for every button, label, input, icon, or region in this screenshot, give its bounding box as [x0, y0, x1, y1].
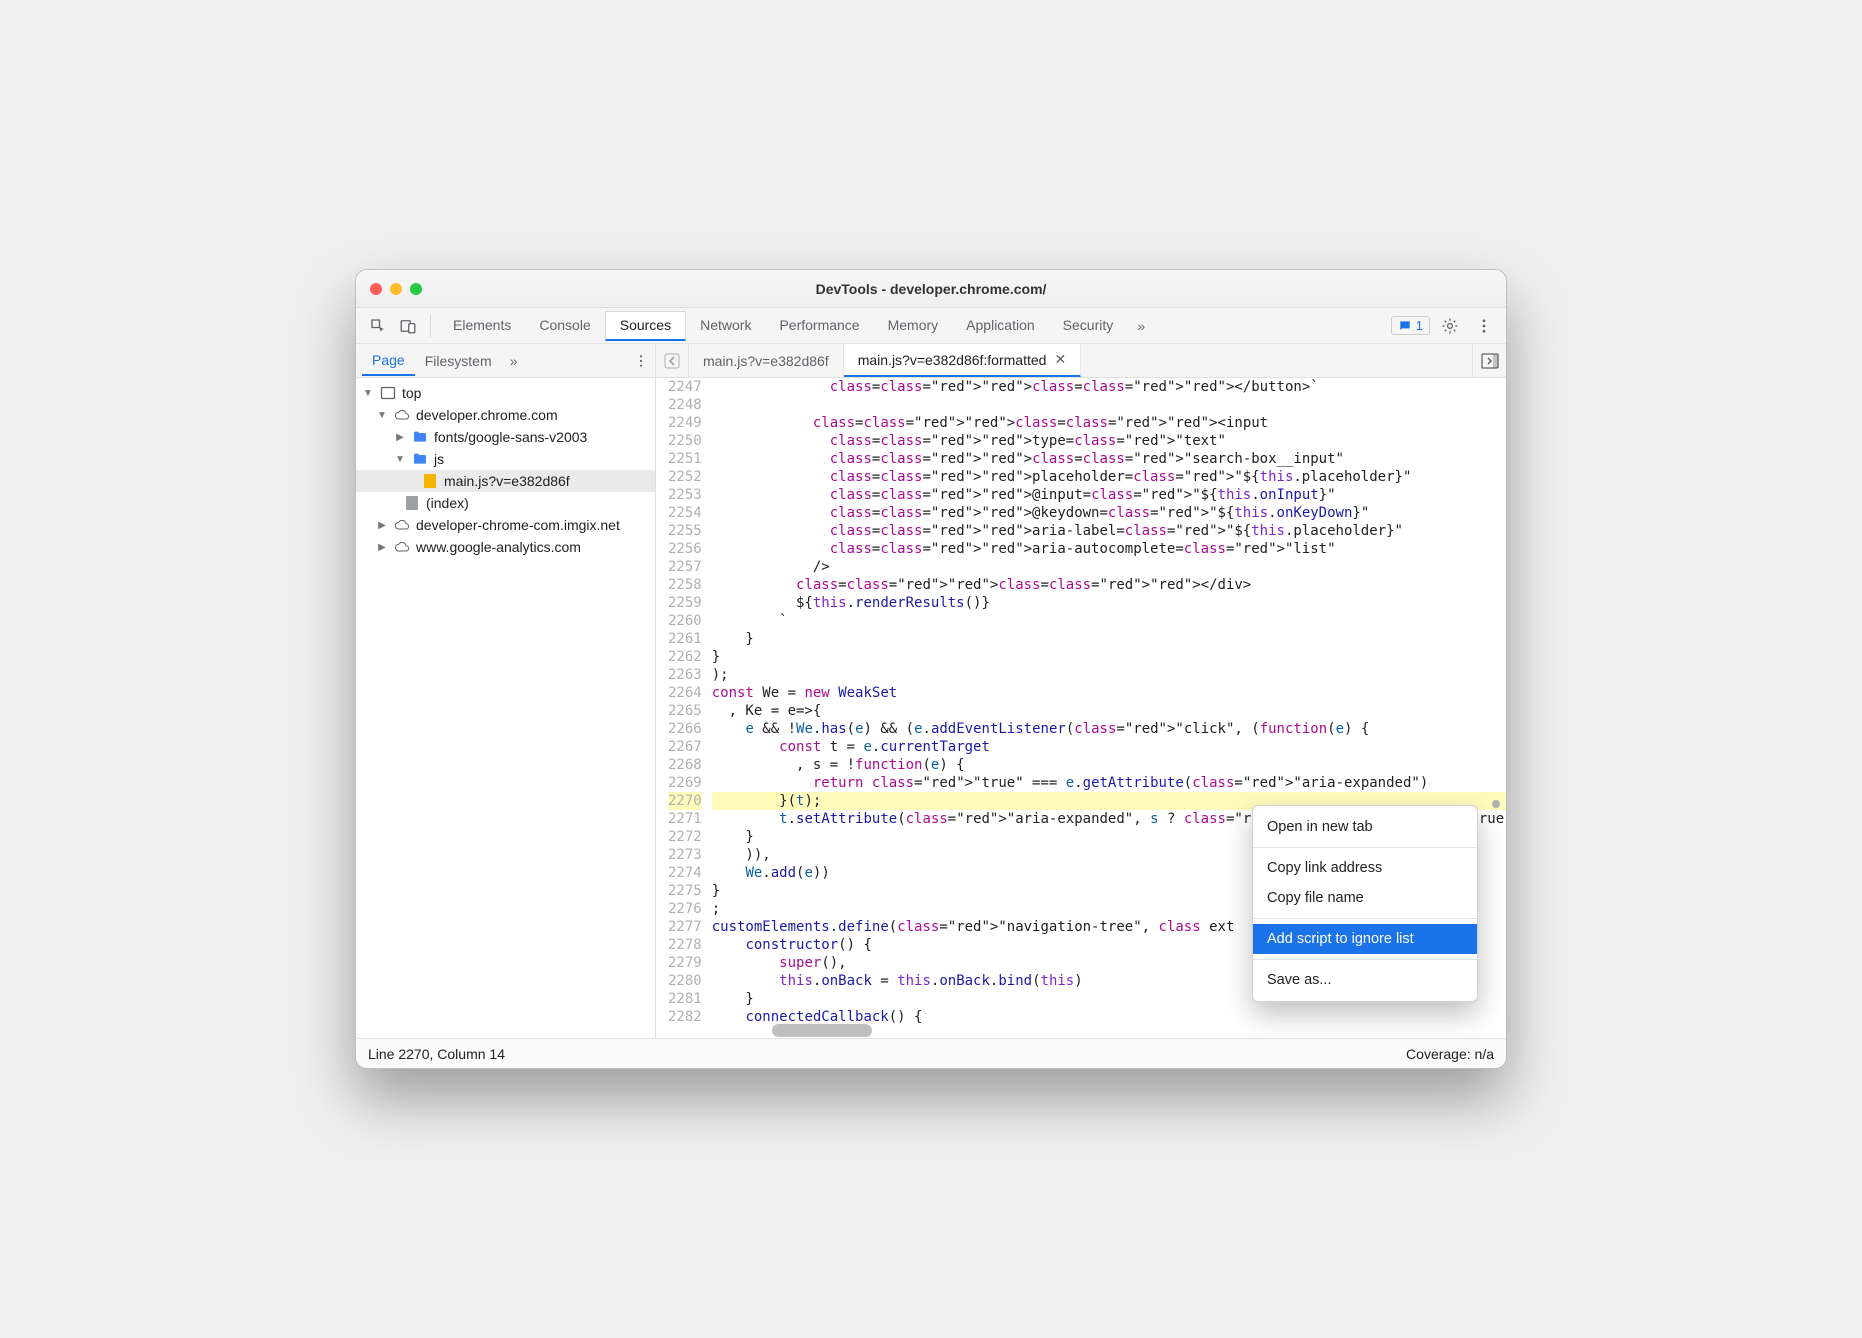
panel-tabs: Elements Console Sources Network Perform…: [439, 311, 1127, 341]
tree-label: developer.chrome.com: [416, 407, 558, 423]
issues-count: 1: [1416, 318, 1423, 333]
file-tree[interactable]: ▼ top ▼ developer.chrome.com ▶ fonts/goo…: [356, 378, 655, 1038]
coverage-status: Coverage: n/a: [1406, 1046, 1494, 1062]
minimize-window-button[interactable]: [390, 283, 402, 295]
js-file-icon: [422, 473, 438, 489]
tree-label: developer-chrome-com.imgix.net: [416, 517, 620, 533]
tree-label: js: [434, 451, 444, 467]
menu-divider: [1253, 959, 1477, 960]
menu-open-in-new-tab[interactable]: Open in new tab: [1253, 812, 1477, 842]
cloud-icon: [394, 539, 410, 555]
editor-pane: main.js?v=e382d86f main.js?v=e382d86f:fo…: [656, 344, 1506, 1038]
tab-application[interactable]: Application: [952, 311, 1049, 341]
history-back-icon[interactable]: [660, 353, 684, 369]
toggle-debugger-sidebar-icon[interactable]: [1472, 344, 1506, 377]
devtools-window: DevTools - developer.chrome.com/ Element…: [355, 269, 1507, 1069]
cloud-icon: [394, 517, 410, 533]
line-gutter: 2247224822492250225122522253225422552256…: [656, 378, 712, 1038]
status-bar: Line 2270, Column 14 Coverage: n/a: [356, 1038, 1506, 1068]
subtab-page[interactable]: Page: [362, 346, 415, 376]
tab-elements[interactable]: Elements: [439, 311, 525, 341]
content-area: Page Filesystem » ▼ top ▼ developer.chro…: [356, 344, 1506, 1038]
disclosure-triangle-icon[interactable]: ▶: [376, 542, 388, 553]
device-toolbar-icon[interactable]: [394, 312, 422, 340]
tree-node-file-index[interactable]: (index): [356, 492, 655, 514]
context-menu: Open in new tab Copy link address Copy f…: [1252, 805, 1478, 1002]
tree-label: main.js?v=e382d86f: [444, 473, 570, 489]
menu-copy-link-address[interactable]: Copy link address: [1253, 853, 1477, 883]
tree-label: (index): [426, 495, 469, 511]
navigator-more-icon[interactable]: [633, 353, 649, 369]
more-options-icon[interactable]: [1470, 312, 1498, 340]
tab-security[interactable]: Security: [1049, 311, 1128, 341]
scrollbar-indicator[interactable]: [1492, 800, 1500, 808]
cursor-position: Line 2270, Column 14: [368, 1046, 505, 1062]
menu-copy-file-name[interactable]: Copy file name: [1253, 883, 1477, 913]
file-tab-label: main.js?v=e382d86f: [703, 353, 829, 369]
menu-add-to-ignore-list[interactable]: Add script to ignore list: [1253, 924, 1477, 954]
file-tab[interactable]: main.js?v=e382d86f: [689, 344, 844, 377]
folder-icon: [412, 451, 428, 467]
zoom-window-button[interactable]: [410, 283, 422, 295]
tree-node-file-main[interactable]: main.js?v=e382d86f: [356, 470, 655, 492]
disclosure-triangle-icon[interactable]: ▼: [362, 388, 374, 399]
tree-node-domain-main[interactable]: ▼ developer.chrome.com: [356, 404, 655, 426]
tree-label: fonts/google-sans-v2003: [434, 429, 587, 445]
tab-console[interactable]: Console: [525, 311, 604, 341]
window-title: DevTools - developer.chrome.com/: [816, 281, 1047, 297]
file-tab[interactable]: main.js?v=e382d86f:formatted ✕: [844, 344, 1081, 377]
menu-divider: [1253, 847, 1477, 848]
folder-icon: [412, 429, 428, 445]
tree-label: www.google-analytics.com: [416, 539, 581, 555]
close-window-button[interactable]: [370, 283, 382, 295]
tree-label: top: [402, 385, 421, 401]
tree-node-domain-imgix[interactable]: ▶ developer-chrome-com.imgix.net: [356, 514, 655, 536]
frame-icon: [380, 385, 396, 401]
document-icon: [404, 495, 420, 511]
issues-badge[interactable]: 1: [1391, 316, 1430, 335]
tab-performance[interactable]: Performance: [765, 311, 873, 341]
disclosure-triangle-icon[interactable]: ▼: [394, 454, 406, 465]
navigator-pane: Page Filesystem » ▼ top ▼ developer.chro…: [356, 344, 656, 1038]
cloud-icon: [394, 407, 410, 423]
tabs-overflow-icon[interactable]: »: [1129, 318, 1153, 334]
file-tab-label: main.js?v=e382d86f:formatted: [858, 352, 1047, 368]
menu-divider: [1253, 918, 1477, 919]
tree-node-folder-fonts[interactable]: ▶ fonts/google-sans-v2003: [356, 426, 655, 448]
subtabs-overflow-icon[interactable]: »: [502, 353, 526, 369]
disclosure-triangle-icon[interactable]: ▶: [376, 520, 388, 531]
tab-sources[interactable]: Sources: [605, 311, 686, 341]
titlebar: DevTools - developer.chrome.com/: [356, 270, 1506, 308]
disclosure-triangle-icon[interactable]: ▼: [376, 410, 388, 421]
settings-gear-icon[interactable]: [1436, 312, 1464, 340]
traffic-lights: [370, 283, 422, 295]
tree-node-folder-js[interactable]: ▼ js: [356, 448, 655, 470]
main-toolbar: Elements Console Sources Network Perform…: [356, 308, 1506, 344]
menu-save-as[interactable]: Save as...: [1253, 965, 1477, 995]
tree-node-domain-ga[interactable]: ▶ www.google-analytics.com: [356, 536, 655, 558]
tab-memory[interactable]: Memory: [874, 311, 953, 341]
inspect-element-icon[interactable]: [364, 312, 392, 340]
tab-network[interactable]: Network: [686, 311, 765, 341]
file-tabs: main.js?v=e382d86f main.js?v=e382d86f:fo…: [656, 344, 1506, 378]
tree-node-top[interactable]: ▼ top: [356, 382, 655, 404]
navigator-subtabs: Page Filesystem »: [356, 344, 655, 378]
horizontal-scrollbar-thumb[interactable]: [772, 1024, 872, 1037]
subtab-filesystem[interactable]: Filesystem: [415, 347, 502, 375]
disclosure-triangle-icon[interactable]: ▶: [394, 432, 406, 443]
close-tab-icon[interactable]: ✕: [1054, 351, 1066, 368]
